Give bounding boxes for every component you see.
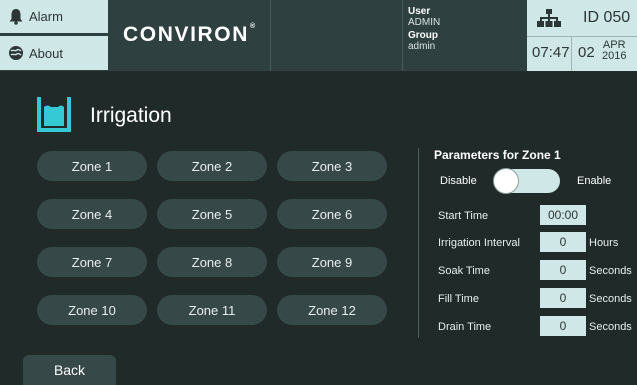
- zone-8-button[interactable]: Zone 8: [157, 247, 267, 277]
- back-button[interactable]: Back: [23, 355, 116, 385]
- disable-label: Disable: [440, 175, 477, 187]
- drain-time-label: Drain Time: [438, 321, 492, 333]
- irrigation-tank-icon: [36, 95, 72, 138]
- group-value: admin: [408, 41, 436, 52]
- device-id: ID 050: [583, 9, 631, 26]
- date-year: 2016: [602, 50, 627, 62]
- toggle-knob[interactable]: [493, 168, 519, 194]
- zone-4-button[interactable]: Zone 4: [37, 199, 147, 229]
- header-divider: [402, 0, 403, 71]
- zone-3-button[interactable]: Zone 3: [277, 151, 387, 181]
- alarm-button[interactable]: Alarm: [0, 0, 108, 33]
- clock-time: 07:47: [532, 44, 570, 61]
- logo-text: CONVIRON: [123, 23, 249, 46]
- irrigation-interval-label: Irrigation Interval: [438, 237, 520, 249]
- conviron-logo: CONVIRON®: [123, 23, 255, 47]
- zone-enable-toggle[interactable]: [493, 168, 560, 194]
- irrigation-interval-field[interactable]: 0: [540, 232, 586, 252]
- bell-icon: [8, 8, 24, 25]
- page-title: Irrigation: [90, 104, 172, 127]
- soak-time-label: Soak Time: [438, 265, 490, 277]
- about-button[interactable]: About: [0, 36, 108, 70]
- zone-6-button[interactable]: Zone 6: [277, 199, 387, 229]
- panel-divider: [418, 148, 419, 338]
- date-month-year: APR 2016: [602, 40, 626, 62]
- soak-time-field[interactable]: 0: [540, 260, 586, 280]
- fill-time-label: Fill Time: [438, 293, 479, 305]
- parameters-title: Parameters for Zone 1: [434, 148, 561, 162]
- zone-11-button[interactable]: Zone 11: [157, 295, 267, 325]
- interval-unit: Hours: [589, 237, 619, 249]
- fill-unit: Seconds: [589, 293, 632, 305]
- fill-time-field[interactable]: 0: [540, 288, 586, 308]
- globe-icon: [8, 45, 24, 61]
- enable-label: Enable: [577, 175, 612, 187]
- zone-7-button[interactable]: Zone 7: [37, 247, 147, 277]
- zone-2-button[interactable]: Zone 2: [157, 151, 267, 181]
- user-value: ADMIN: [408, 17, 441, 28]
- status-divider: [527, 36, 637, 37]
- zone-5-button[interactable]: Zone 5: [157, 199, 267, 229]
- group-label: Group: [408, 30, 438, 41]
- start-time-field[interactable]: 00:00: [540, 205, 586, 225]
- user-info: User ADMIN Group admin: [408, 6, 526, 54]
- zone-9-button[interactable]: Zone 9: [277, 247, 387, 277]
- zone-10-button[interactable]: Zone 10: [37, 295, 147, 325]
- user-label: User: [408, 6, 431, 17]
- date-day: 02: [578, 44, 595, 61]
- drain-time-field[interactable]: 0: [540, 316, 586, 336]
- start-time-label: Start Time: [438, 210, 489, 222]
- logo-trademark: ®: [249, 23, 256, 30]
- zone-1-button[interactable]: Zone 1: [37, 151, 147, 181]
- status-divider: [571, 37, 572, 71]
- about-label: About: [29, 45, 63, 61]
- alarm-label: Alarm: [29, 9, 63, 24]
- zone-12-button[interactable]: Zone 12: [277, 295, 387, 325]
- header-bar: Alarm About CONVIRON® User ADMIN Group a…: [0, 0, 637, 71]
- status-panel: ID 050 07:47 02 APR 2016: [527, 0, 637, 71]
- soak-unit: Seconds: [589, 265, 632, 277]
- network-icon[interactable]: [537, 9, 561, 32]
- drain-unit: Seconds: [589, 321, 632, 333]
- header-divider: [270, 0, 271, 71]
